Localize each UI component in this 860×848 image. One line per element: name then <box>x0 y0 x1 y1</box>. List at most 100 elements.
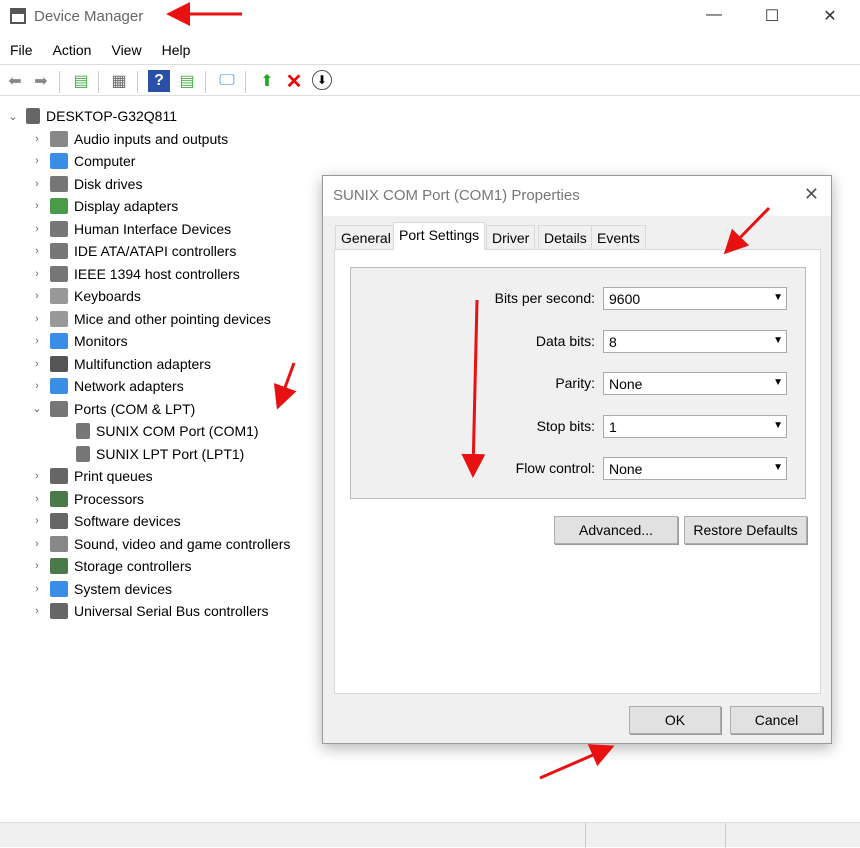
dropdown-arrow-icon[interactable]: ▼ <box>773 335 783 346</box>
device-category-icon <box>50 378 68 394</box>
tree-root[interactable]: ⌄ DESKTOP-G32Q811 <box>6 105 177 127</box>
tab-driver[interactable]: Driver <box>486 225 536 249</box>
tree-item[interactable]: › IDE ATA/ATAPI controllers <box>30 240 236 262</box>
status-bar <box>0 822 860 848</box>
device-manager-icon <box>10 8 26 24</box>
menu-file[interactable]: File <box>0 38 43 62</box>
tree-item[interactable]: › Network adapters <box>30 375 184 397</box>
restore-defaults-button[interactable]: Restore Defaults <box>684 516 807 544</box>
field-value: 9600 <box>609 291 641 307</box>
update-driver-icon[interactable]: ⬆ <box>256 70 278 92</box>
chevron-right-icon[interactable]: › <box>30 133 44 145</box>
chevron-down-icon[interactable]: ⌄ <box>30 402 44 415</box>
cancel-button[interactable]: Cancel <box>730 706 823 734</box>
device-category-icon <box>50 288 68 304</box>
chevron-right-icon[interactable]: › <box>30 290 44 302</box>
run-icon[interactable]: ▤ <box>176 70 198 92</box>
device-category-icon <box>50 400 68 417</box>
menu-action[interactable]: Action <box>43 38 102 62</box>
chevron-right-icon[interactable]: › <box>30 313 44 325</box>
field-select[interactable]: None ▼ <box>603 457 787 480</box>
menu-help[interactable]: Help <box>152 38 201 62</box>
tab-general[interactable]: General <box>335 225 397 249</box>
tree-item[interactable]: › System devices <box>30 578 172 600</box>
tree-item[interactable]: › IEEE 1394 host controllers <box>30 263 240 285</box>
chevron-right-icon[interactable]: › <box>30 515 44 527</box>
chevron-right-icon[interactable]: › <box>30 538 44 550</box>
tree-item[interactable]: › Storage controllers <box>30 555 192 577</box>
chevron-right-icon[interactable]: › <box>30 493 44 505</box>
close-button[interactable]: ✕ <box>820 6 840 26</box>
chevron-right-icon[interactable]: › <box>30 223 44 235</box>
tree-item[interactable]: › Processors <box>30 488 144 510</box>
tree-item[interactable]: › Audio inputs and outputs <box>30 128 228 150</box>
advanced-button[interactable]: Advanced... <box>554 516 678 544</box>
tree-item-label: Audio inputs and outputs <box>74 130 229 147</box>
tab-events[interactable]: Events <box>591 225 646 249</box>
tree-child-item[interactable]: SUNIX LPT Port (LPT1) <box>76 443 244 465</box>
device-category-icon <box>50 490 68 507</box>
chevron-right-icon[interactable]: › <box>30 268 44 280</box>
dialog-close-button[interactable]: ✕ <box>804 184 819 205</box>
dropdown-arrow-icon[interactable]: ▼ <box>773 462 783 473</box>
tree-item-label: Software devices <box>74 513 181 529</box>
tree-item[interactable]: › Monitors <box>30 330 128 352</box>
tree-root-label: DESKTOP-G32Q811 <box>46 108 177 124</box>
scan-hardware-icon[interactable]: 🖵 <box>216 70 238 92</box>
dropdown-arrow-icon[interactable]: ▼ <box>773 420 783 431</box>
chevron-right-icon[interactable]: › <box>30 200 44 212</box>
title-bar: Device Manager — ☐ ✕ <box>0 0 860 34</box>
properties-pane-icon[interactable]: ▤ <box>70 70 92 92</box>
chevron-right-icon[interactable]: › <box>30 335 44 347</box>
tree-item[interactable]: › Human Interface Devices <box>30 218 231 240</box>
field-select[interactable]: 8 ▼ <box>603 329 787 353</box>
chevron-right-icon[interactable]: › <box>30 245 44 257</box>
chevron-down-icon[interactable]: ⌄ <box>6 110 20 123</box>
tree-item-label: Print queues <box>74 468 153 484</box>
tree-item[interactable]: › Software devices <box>30 510 181 532</box>
tree-item[interactable]: › Mice and other pointing devices <box>30 308 271 330</box>
field-value: 8 <box>609 333 617 350</box>
maximize-button[interactable]: ☐ <box>762 6 782 26</box>
chevron-right-icon[interactable]: › <box>30 178 44 190</box>
tree-item[interactable]: › Sound, video and game controllers <box>30 533 290 555</box>
properties-icon[interactable]: ▦ <box>108 70 130 92</box>
tree-item[interactable]: › Computer <box>30 150 135 172</box>
chevron-right-icon[interactable]: › <box>30 583 44 595</box>
disable-icon[interactable]: ⬇ <box>312 70 332 90</box>
tree-item[interactable]: ⌄ Ports (COM & LPT) <box>30 398 195 420</box>
minimize-button[interactable]: — <box>704 6 724 24</box>
tree-item[interactable]: › Multifunction adapters <box>30 353 211 375</box>
dropdown-arrow-icon[interactable]: ▼ <box>773 377 783 388</box>
arrow-ports <box>273 362 297 410</box>
forward-icon[interactable]: ➡ <box>30 70 52 92</box>
field-label: Data bits: <box>535 332 595 349</box>
chevron-right-icon[interactable]: › <box>30 560 44 572</box>
field-select[interactable]: None ▼ <box>603 372 787 395</box>
back-icon[interactable]: ⬅ <box>4 70 26 92</box>
help-icon[interactable]: ? <box>148 70 170 92</box>
tab-port-settings[interactable]: Port Settings <box>393 222 486 250</box>
tree-item[interactable]: › Disk drives <box>30 173 142 195</box>
device-category-icon <box>50 198 68 214</box>
chevron-right-icon[interactable]: › <box>30 380 44 392</box>
menu-view[interactable]: View <box>101 38 151 62</box>
uninstall-icon[interactable]: ✕ <box>283 70 305 93</box>
ok-button[interactable]: OK <box>629 706 721 734</box>
tab-details[interactable]: Details <box>538 225 593 249</box>
chevron-right-icon[interactable]: › <box>30 470 44 482</box>
tree-item[interactable]: › Keyboards <box>30 285 141 307</box>
tree-child-item[interactable]: SUNIX COM Port (COM1) <box>76 420 259 442</box>
chevron-right-icon[interactable]: › <box>30 358 44 370</box>
field-select[interactable]: 1 ▼ <box>603 414 787 438</box>
tree-item[interactable]: › Universal Serial Bus controllers <box>30 600 269 622</box>
dropdown-arrow-icon[interactable]: ▼ <box>773 292 783 303</box>
tree-item[interactable]: › Display adapters <box>30 195 178 217</box>
chevron-right-icon[interactable]: › <box>30 155 44 167</box>
chevron-right-icon[interactable]: › <box>30 605 44 617</box>
field-select[interactable]: 9600 ▼ <box>603 287 787 310</box>
field-label: Parity: <box>555 375 595 391</box>
tree-item-label: IEEE 1394 host controllers <box>74 265 240 282</box>
tree-item[interactable]: › Print queues <box>30 465 153 487</box>
menu-bar: File Action View Help <box>0 38 200 62</box>
